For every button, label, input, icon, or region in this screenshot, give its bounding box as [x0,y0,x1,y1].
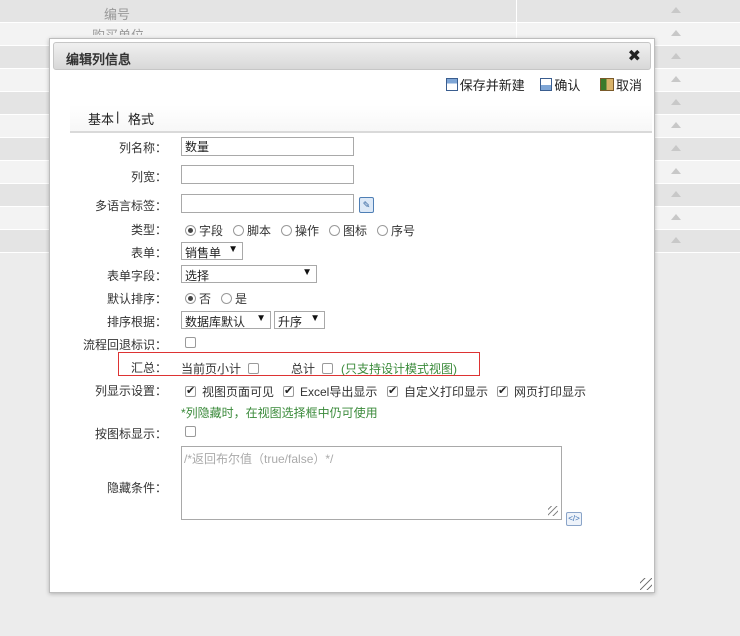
total-option[interactable]: 总计 [291,360,334,377]
icon-display-label: 按图标显示： [94,427,167,441]
radio-action[interactable] [281,225,292,236]
radio-icon[interactable] [329,225,340,236]
display-hint: *列隐藏时，在视图选择框中仍可使用 [181,406,378,420]
textarea-resize-grip[interactable] [548,506,558,516]
column-name-label: 列名称： [118,141,167,155]
sort-by-select[interactable]: 数据库默认 ▼ [181,311,271,329]
icon-display-checkbox[interactable] [185,426,196,437]
default-sort-no-option[interactable]: 否 [185,290,211,307]
dialog-titlebar[interactable]: 编辑列信息 ✖ [53,42,651,70]
dialog-toolbar: 保存并新建 确认 取消 [434,75,642,95]
display-excel-option[interactable]: Excel导出显示 [283,383,377,400]
sort-icon[interactable] [671,191,681,197]
cancel-icon [599,78,614,91]
display-custom-print-checkbox[interactable] [387,384,398,398]
code-edit-icon[interactable]: </> [566,512,582,526]
display-web-print-option[interactable]: 网页打印显示 [497,383,586,400]
tab-separator: | [116,109,120,124]
save-and-new-button[interactable]: 保存并新建 [445,75,525,94]
flow-return-label: 流程回退标识： [82,338,167,352]
column-name-input[interactable] [181,137,354,156]
default-sort-label: 默认排序： [106,292,167,306]
flow-return-checkbox[interactable] [185,337,196,348]
display-custom-print-option[interactable]: 自定义打印显示 [387,383,488,400]
column-width-label: 列宽： [130,170,167,184]
page-subtotal-option[interactable]: 当前页小计 [181,360,260,377]
save-and-new-label: 保存并新建 [459,78,525,93]
display-view-option[interactable]: 视图页面可见 [185,383,274,400]
display-web-print-checkbox[interactable] [497,384,508,398]
dialog-title: 编辑列信息 [66,52,132,67]
type-option-script[interactable]: 脚本 [233,222,271,239]
hide-condition-label: 隐藏条件： [106,481,167,495]
sort-icon[interactable] [671,237,681,243]
display-excel-checkbox[interactable] [283,384,294,398]
grid-row-label: 购买单位 [92,25,144,35]
radio-sort-no[interactable] [185,293,196,304]
confirm-icon [540,78,553,91]
hide-condition-placeholder: /*返回布尔值（true/false）*/ [184,452,334,466]
grid-row: 编号 [0,0,740,23]
form-label: 表单： [130,246,167,260]
tab-format[interactable]: 格式 [128,109,154,128]
form-field-select[interactable]: 选择 ▼ [181,265,317,283]
grid-header-label: 编号 [104,7,131,22]
multi-language-input[interactable] [181,194,354,213]
display-view-checkbox[interactable] [185,384,196,398]
tab-bar: 基本 | 格式 [70,105,652,133]
save-icon [445,78,458,91]
type-option-field[interactable]: 字段 [185,222,223,239]
sort-icon[interactable] [671,99,681,105]
multi-language-label: 多语言标签： [94,199,167,213]
chevron-down-icon: ▼ [256,313,266,324]
sort-icon[interactable] [671,53,681,59]
type-option-sequence[interactable]: 序号 [377,222,415,239]
sort-icon[interactable] [671,168,681,174]
tab-basic[interactable]: 基本 [88,109,114,128]
default-sort-yes-option[interactable]: 是 [221,290,247,307]
form-select[interactable]: 销售单 ▼ [181,242,243,260]
sort-icon[interactable] [671,122,681,128]
sort-icon[interactable] [671,30,681,36]
radio-script[interactable] [233,225,244,236]
chevron-down-icon: ▼ [310,313,320,324]
cancel-label: 取消 [615,78,642,93]
summary-note: (只支持设计模式视图) [341,362,457,376]
sort-by-label: 排序根据： [106,315,167,329]
form-field-label: 表单字段： [106,269,167,283]
radio-sort-yes[interactable] [221,293,232,304]
language-edit-icon[interactable]: ✎ [359,197,374,213]
type-option-icon[interactable]: 图标 [329,222,367,239]
page-subtotal-checkbox[interactable] [248,363,260,374]
confirm-label: 确认 [554,78,581,93]
type-option-action[interactable]: 操作 [281,222,319,239]
total-checkbox[interactable] [322,363,334,374]
column-width-input[interactable] [181,165,354,184]
confirm-button[interactable]: 确认 [540,75,580,94]
sort-order-select[interactable]: 升序 ▼ [274,311,325,329]
chevron-down-icon: ▼ [302,267,312,278]
chevron-down-icon: ▼ [228,244,238,255]
hide-condition-textarea[interactable]: /*返回布尔值（true/false）*/ [181,446,562,520]
cancel-button[interactable]: 取消 [599,75,642,94]
type-label: 类型： [130,223,167,237]
sort-icon[interactable] [671,145,681,151]
sort-icon[interactable] [671,7,681,13]
radio-field[interactable] [185,225,196,236]
display-settings-label: 列显示设置： [94,384,167,398]
dialog-resize-grip[interactable] [640,578,652,590]
sort-icon[interactable] [671,76,681,82]
radio-sequence[interactable] [377,225,388,236]
sort-icon[interactable] [671,214,681,220]
summary-label: 汇总： [130,361,167,375]
close-icon[interactable]: ✖ [628,46,641,66]
